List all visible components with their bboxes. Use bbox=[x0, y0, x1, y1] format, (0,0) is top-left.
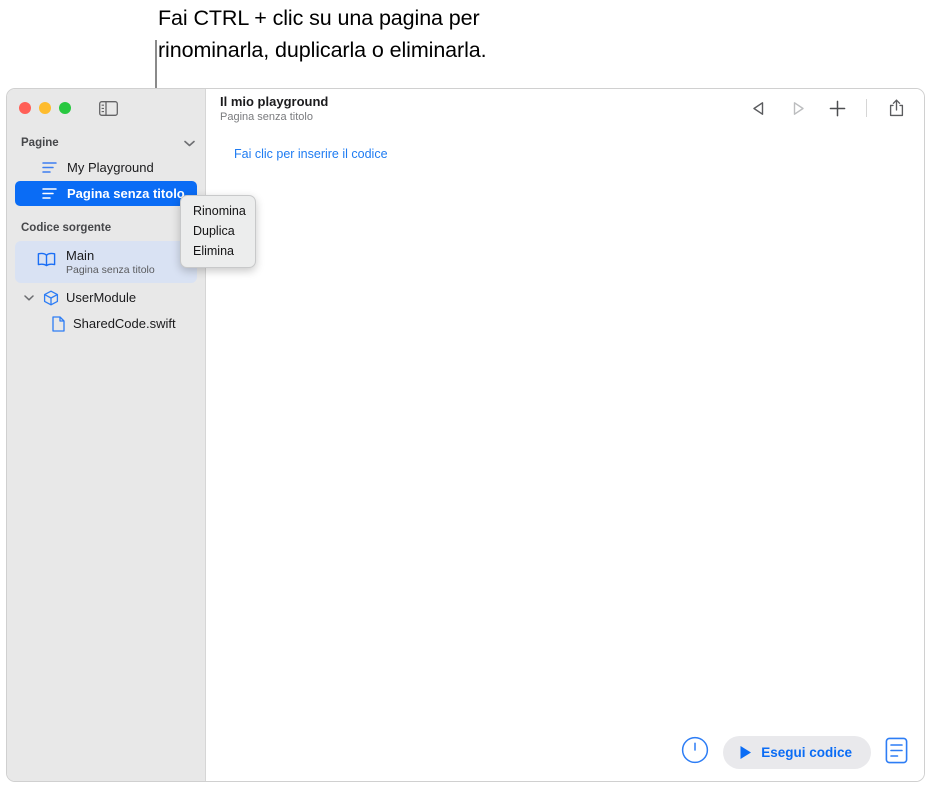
content-toolbar: Il mio playground Pagina senza titolo bbox=[206, 89, 924, 127]
run-code-label: Esegui codice bbox=[761, 745, 852, 760]
sidebar-item-main[interactable]: Main Pagina senza titolo bbox=[15, 241, 197, 283]
sidebar-item-usermodule[interactable]: UserModule bbox=[15, 285, 197, 310]
page-lines-icon bbox=[41, 159, 58, 176]
page-lines-icon bbox=[41, 185, 58, 202]
playgrounds-window: Pagine My Playground Pagina senza titolo… bbox=[6, 88, 925, 782]
context-menu-item-duplicate[interactable]: Duplica bbox=[181, 221, 255, 241]
module-cube-icon bbox=[42, 289, 59, 306]
page-title: Il mio playground bbox=[220, 94, 329, 109]
zoom-button[interactable] bbox=[59, 102, 71, 114]
annotation-line-2: rinominarla, duplicarla o eliminarla. bbox=[158, 38, 487, 62]
sidebar-item-label: UserModule bbox=[66, 290, 137, 305]
play-icon bbox=[740, 746, 752, 759]
screenshot-root: Fai CTRL + clic su una pagina per rinomi… bbox=[0, 0, 931, 790]
sidebar-item-sublabel: Pagina senza titolo bbox=[66, 264, 155, 276]
sidebar-item-sharedcode-swift[interactable]: SharedCode.swift bbox=[15, 311, 197, 336]
context-menu-item-delete[interactable]: Elimina bbox=[181, 241, 255, 261]
page-subtitle: Pagina senza titolo bbox=[220, 111, 313, 123]
sidebar-item-my-playground[interactable]: My Playground bbox=[15, 155, 197, 180]
section-header-pages[interactable]: Pagine bbox=[7, 132, 205, 154]
sidebar-item-label: Main bbox=[66, 248, 95, 263]
sidebar-toggle-icon[interactable] bbox=[99, 100, 118, 116]
run-code-button[interactable]: Esegui codice bbox=[723, 736, 871, 769]
console-icon[interactable] bbox=[885, 737, 908, 769]
chevron-down-icon[interactable] bbox=[23, 294, 35, 301]
plus-icon[interactable] bbox=[827, 98, 847, 118]
section-header-source[interactable]: Codice sorgente bbox=[7, 217, 205, 239]
context-menu-item-rename[interactable]: Rinomina bbox=[181, 201, 255, 221]
sidebar: Pagine My Playground Pagina senza titolo… bbox=[7, 89, 206, 781]
sidebar-item-label: SharedCode.swift bbox=[73, 316, 176, 331]
swift-file-icon bbox=[51, 315, 65, 332]
context-menu: Rinomina Duplica Elimina bbox=[180, 195, 256, 268]
document-header: Il mio playground Pagina senza titolo bbox=[216, 94, 328, 124]
annotation-line-1: Fai CTRL + clic su una pagina per bbox=[158, 6, 480, 30]
section-title-source: Codice sorgente bbox=[21, 222, 112, 234]
speed-gauge-icon[interactable] bbox=[681, 736, 709, 769]
toolbar-divider bbox=[866, 99, 867, 117]
sidebar-item-label: My Playground bbox=[67, 160, 154, 175]
annotation-callout: Fai CTRL + clic su una pagina per rinomi… bbox=[158, 2, 718, 66]
chevron-down-icon[interactable] bbox=[184, 134, 195, 152]
close-button[interactable] bbox=[19, 102, 31, 114]
book-icon bbox=[37, 252, 56, 272]
section-title-pages: Pagine bbox=[21, 137, 59, 149]
toolbar-actions bbox=[749, 98, 906, 118]
sidebar-item-label: Pagina senza titolo bbox=[67, 186, 185, 201]
share-icon[interactable] bbox=[886, 98, 906, 118]
sidebar-item-pagina-senza-titolo[interactable]: Pagina senza titolo bbox=[15, 181, 197, 206]
code-placeholder-link[interactable]: Fai clic per inserire il codice bbox=[234, 147, 388, 161]
sidebar-main-text: Main Pagina senza titolo bbox=[66, 248, 155, 276]
minimize-button[interactable] bbox=[39, 102, 51, 114]
content-area: Il mio playground Pagina senza titolo Fa… bbox=[206, 89, 924, 781]
window-titlebar bbox=[7, 89, 205, 127]
bottom-toolbar: Esegui codice bbox=[681, 736, 908, 769]
forward-triangle-icon[interactable] bbox=[788, 98, 808, 118]
back-triangle-icon[interactable] bbox=[749, 98, 769, 118]
